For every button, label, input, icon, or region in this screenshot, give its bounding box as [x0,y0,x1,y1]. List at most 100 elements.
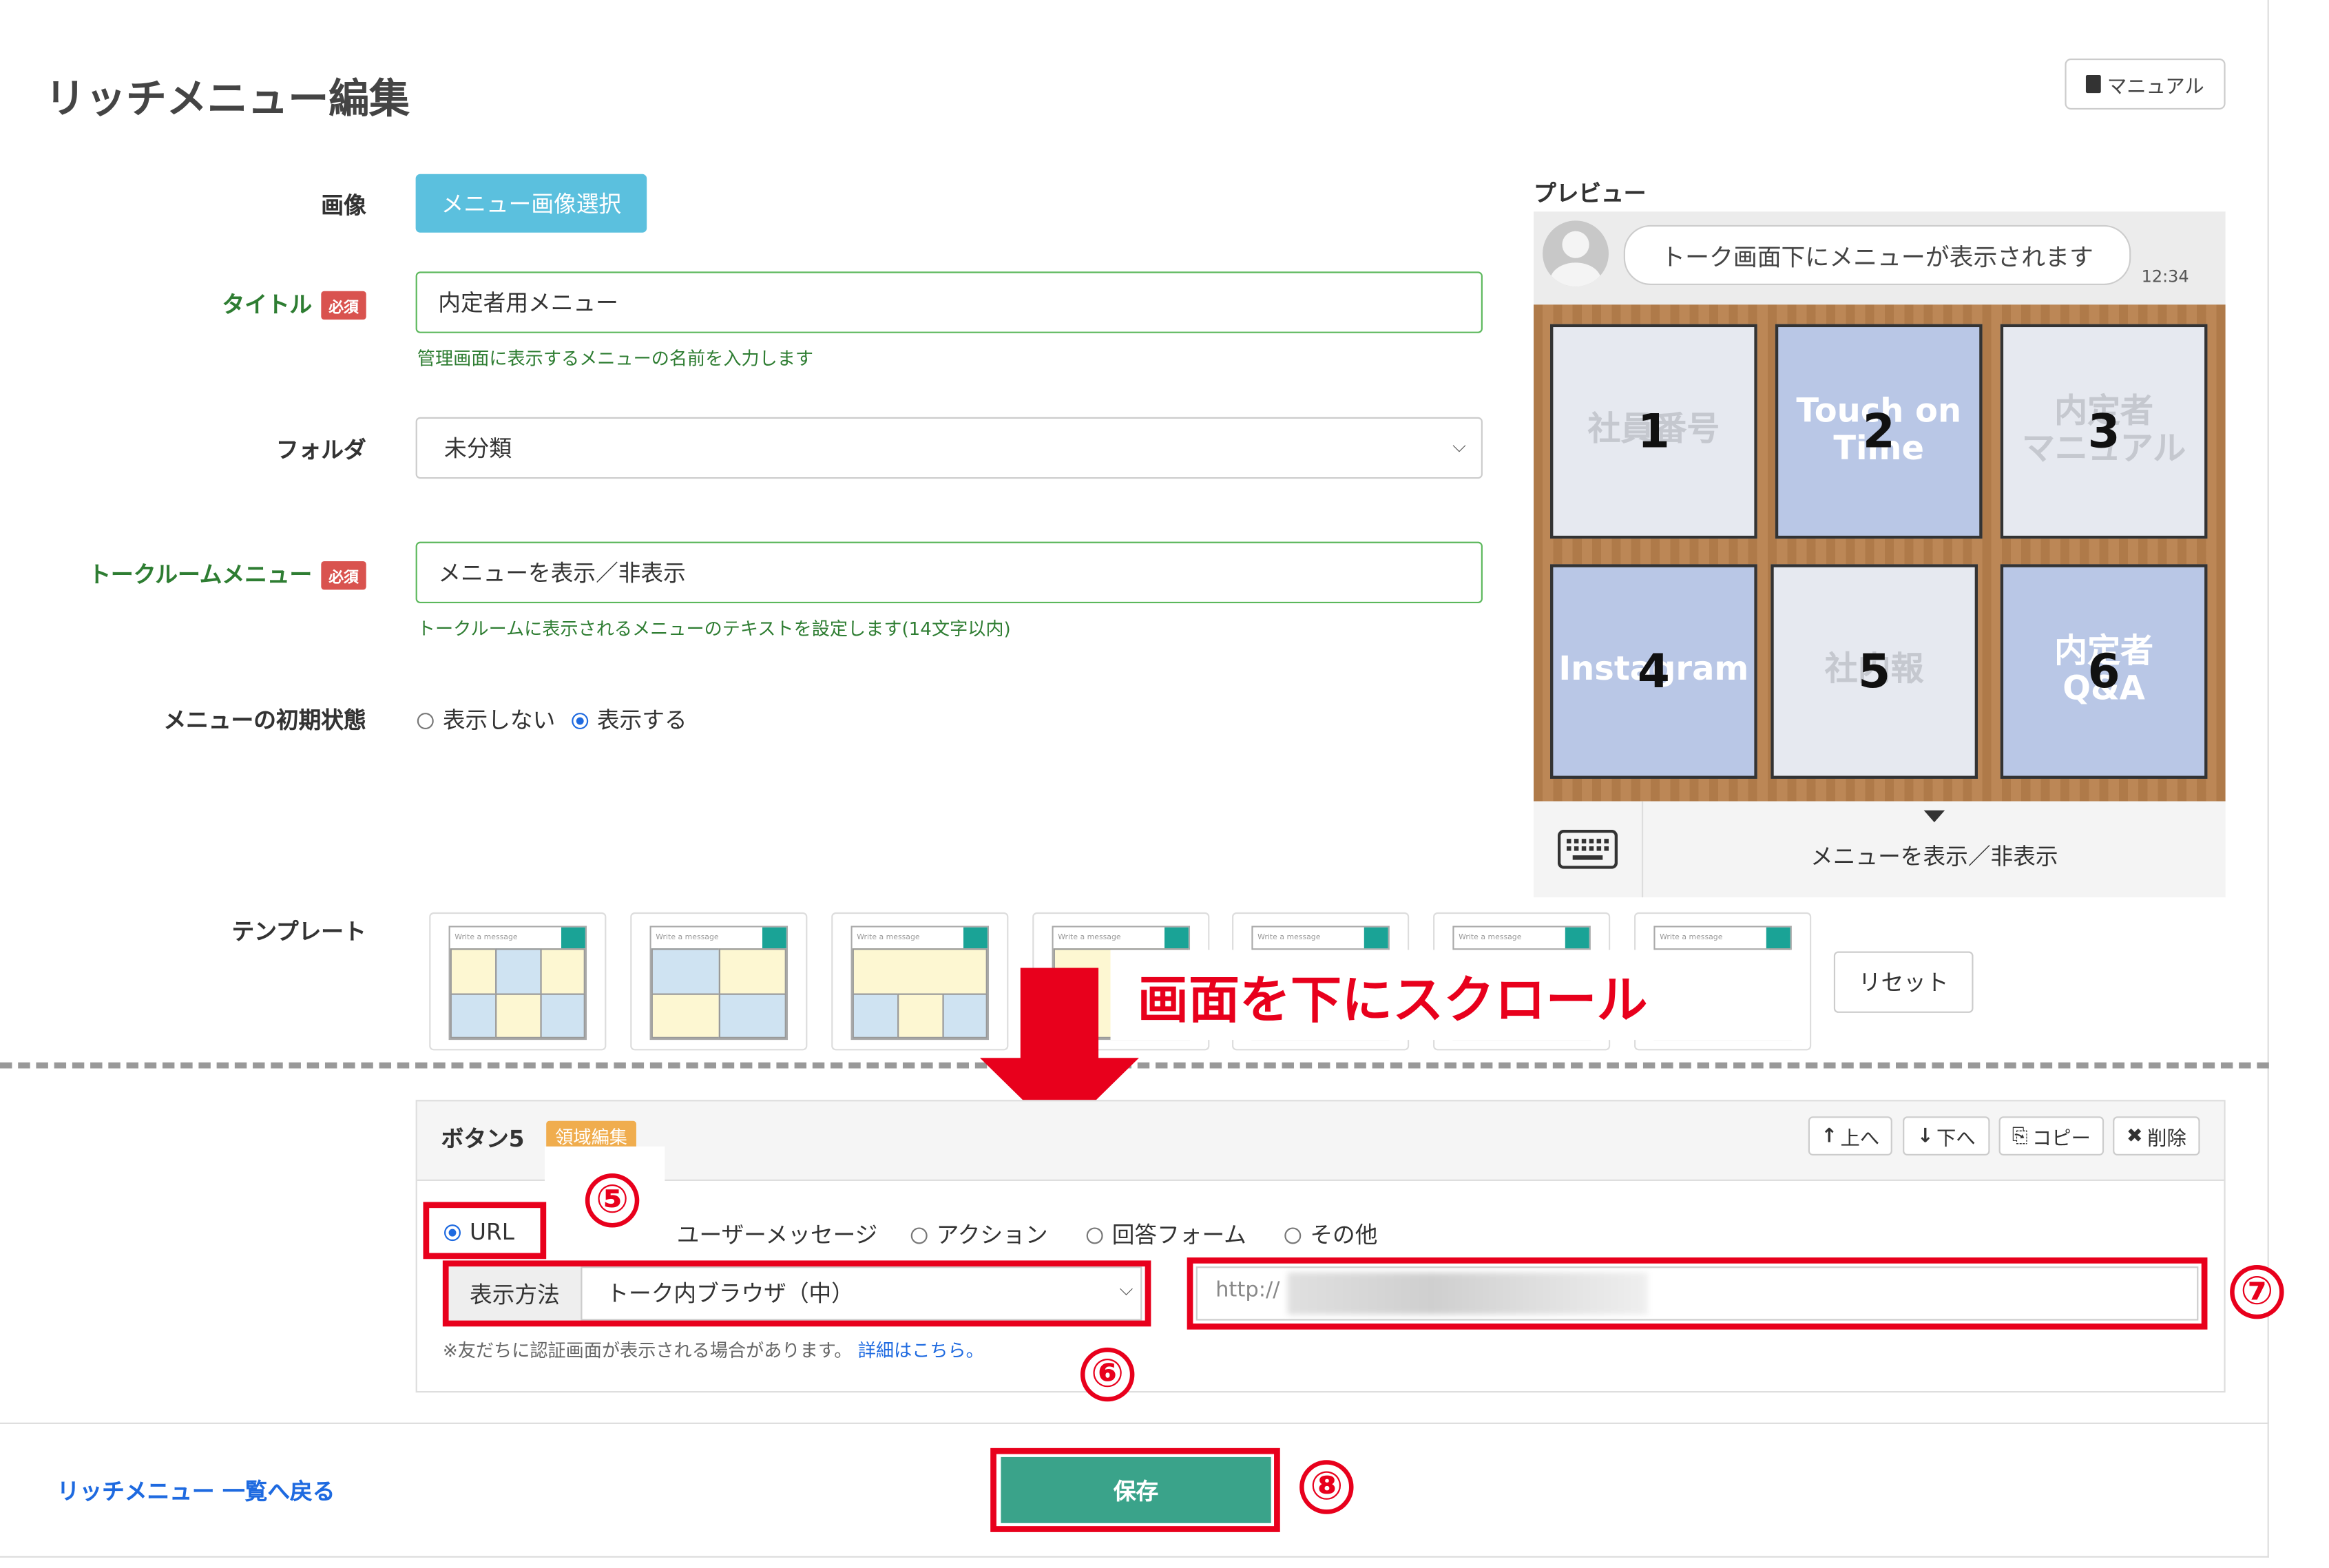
highlight-url-input [1187,1257,2208,1330]
template-bar-accent [1565,927,1589,949]
radio-action[interactable] [910,1227,928,1244]
avatar [1543,220,1609,287]
template-bar-accent [1364,927,1388,949]
down-arrow-icon [1020,968,1099,1061]
delete-label: 削除 [2147,1127,2186,1151]
copy-label: コピー [2032,1127,2091,1151]
back-to-list-link[interactable]: リッチメニュー 一覧へ戻る [57,1475,335,1507]
template-bar-accent [561,927,585,949]
chat-bubble: トーク画面下にメニューが表示されます [1623,224,2131,286]
radio-hide[interactable] [417,713,434,730]
tile-number: 4 [1637,644,1670,699]
title-input[interactable]: 内定者用メニュー [415,271,1483,333]
talkroom-help: トークルームに表示されるメニューのテキストを設定します(14文字以内) [417,618,1011,640]
radio-show-label: 表示する [596,707,687,734]
highlight-save-button [990,1447,1280,1532]
tile-number: 3 [2087,404,2120,459]
close-icon: ✖ [2126,1125,2143,1147]
initial-state-radios: 表示しない 表示する [417,704,687,735]
talkroom-input[interactable]: メニューを表示／非表示 [415,541,1483,603]
preview-tile-3[interactable]: 内定者 マニュアル 3 [2000,324,2208,539]
preview-tile-2[interactable]: Touch on Time 2 [1775,324,1983,539]
action-type-other[interactable]: その他 [1284,1218,1377,1250]
required-badge: 必須 [321,291,366,320]
highlight-display-method [442,1260,1151,1327]
select-image-button[interactable]: メニュー画像選択 [415,174,647,233]
template-label: テンプレート [231,918,366,945]
auth-note: ※友だちに認証画面が表示される場合があります。 詳細はこちら。 [443,1337,984,1363]
template-bar-accent [1164,927,1189,949]
details-link[interactable]: 詳細はこちら。 [858,1340,984,1361]
keyboard-icon[interactable] [1534,801,1644,898]
scroll-annotation: 画面を下にスクロール [1110,950,1801,1041]
page-root: リッチメニュー編集 マニュアル 画像 メニュー画像選択 タイトル 必須 内定者用メ… [0,0,2329,1568]
template-option-3[interactable]: Write a message [831,912,1009,1051]
move-up-button[interactable]: ↑ 上へ [1808,1116,1892,1156]
preview-footer-text[interactable]: メニューを表示／非表示 [1643,840,2225,872]
template-thumbnail: Write a message [850,926,990,1041]
image-label: 画像 [321,191,366,220]
auth-note-text: ※友だちに認証画面が表示される場合があります。 [442,1339,853,1361]
preview-tile-1[interactable]: 社員番号 1 [1550,324,1757,539]
manual-button[interactable]: マニュアル [2065,58,2226,110]
radio-form-label: 回答フォーム [1111,1221,1246,1249]
preview-label: プレビュー [1534,180,1647,207]
initial-state-label: メニューの初期状態 [163,707,366,734]
highlight-url-radio [423,1202,547,1259]
preview-tile-6[interactable]: 内定者 Q&A 6 [2000,564,2208,779]
annotation-5: ⑤ [585,1173,640,1228]
move-down-label: 下へ [1936,1127,1976,1151]
title-help: 管理画面に表示するメニューの名前を入力します [417,348,814,370]
preview-tile-5[interactable]: 社内報 5 [1771,564,1978,779]
radio-other[interactable] [1284,1227,1302,1244]
book-icon [2086,74,2102,94]
footer-divider [0,1422,2269,1424]
action-type-form[interactable]: 回答フォーム [1086,1218,1246,1250]
copy-button[interactable]: ⎘ コピー [1998,1116,2105,1156]
template-bar-accent [963,927,988,949]
arrow-down-icon: ↓ [1917,1125,1934,1147]
button-panel-title: ボタン5 [441,1125,525,1153]
preview-tile-4[interactable]: Instagram 4 [1550,564,1757,779]
radio-hide-label: 表示しない [442,707,556,734]
action-type-action[interactable]: アクション [910,1218,1048,1250]
rich-menu-preview: 社員番号 1 Touch on Time 2 内定者 マニュアル 3 Instagra… [1534,304,2226,802]
caret-down-icon [1923,810,1945,823]
copy-icon: ⎘ [2012,1125,2028,1147]
folder-label: フォルダ [275,437,366,464]
arrow-up-icon: ↑ [1821,1125,1838,1147]
template-bar-accent [762,927,786,949]
chat-time: 12:34 [2141,266,2189,287]
required-badge: 必須 [321,561,366,590]
radio-user-message-label: ユーザーメッセージ [676,1221,878,1249]
tile-number: 1 [1637,404,1670,459]
chevron-down-icon: ⌵ [1452,435,1466,457]
talkroom-label: トークルームメニュー 必須 [6,558,366,590]
tile-number: 6 [2087,644,2120,699]
template-thumbnail: Write a message [649,926,788,1041]
title-label-text: タイトル [222,291,313,318]
tile-number: 5 [1858,644,1891,699]
delete-button[interactable]: ✖ 削除 [2113,1116,2200,1156]
folder-value: 未分類 [444,435,512,463]
template-thumbnail: Write a message [448,926,587,1041]
folder-select[interactable]: 未分類 ⌵ [415,417,1483,479]
manual-label: マニュアル [2107,76,2204,98]
page-title: リッチメニュー編集 [45,76,410,123]
radio-show[interactable] [571,713,588,730]
title-label: タイトル 必須 [6,288,366,320]
move-down-button[interactable]: ↓ 下へ [1903,1116,1990,1156]
template-option-1[interactable]: Write a message [429,912,607,1051]
radio-form[interactable] [1086,1227,1103,1244]
template-option-2[interactable]: Write a message [630,912,808,1051]
move-up-label: 上へ [1840,1127,1880,1151]
annotation-6: ⑥ [1080,1347,1135,1402]
tile-number: 2 [1862,404,1895,459]
annotation-8: ⑧ [1299,1460,1354,1514]
action-type-user-message[interactable]: ユーザーメッセージ [677,1218,878,1250]
reset-button[interactable]: リセット [1833,951,1974,1013]
annotation-7: ⑦ [2230,1264,2284,1319]
template-bar-accent [1766,927,1790,949]
radio-other-label: その他 [1310,1221,1378,1249]
talkroom-label-text: トークルームメニュー [88,561,313,589]
